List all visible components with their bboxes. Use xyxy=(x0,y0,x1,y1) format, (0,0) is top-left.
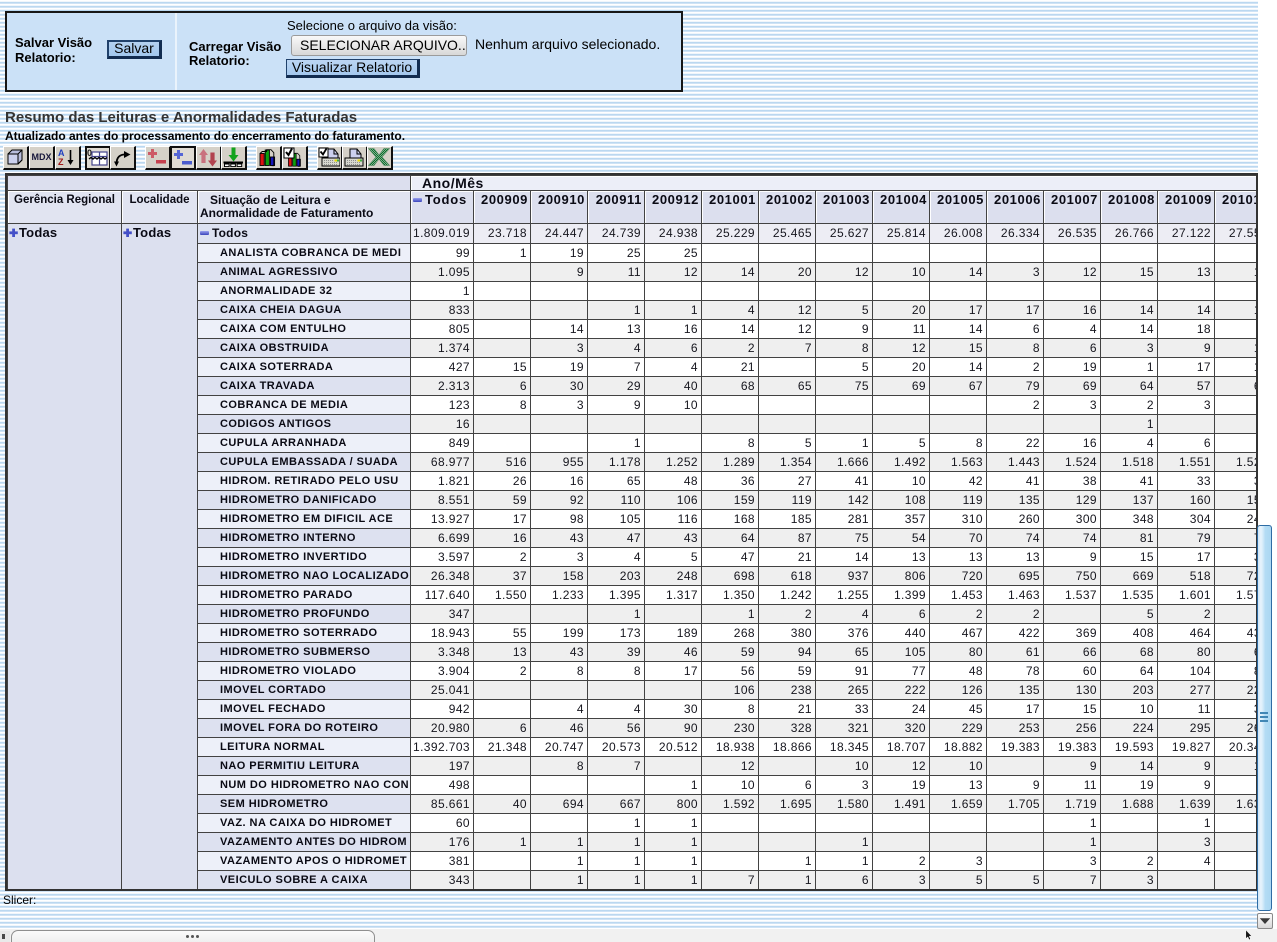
svg-text:0: 0 xyxy=(87,148,92,158)
svg-text:Z: Z xyxy=(58,157,64,167)
